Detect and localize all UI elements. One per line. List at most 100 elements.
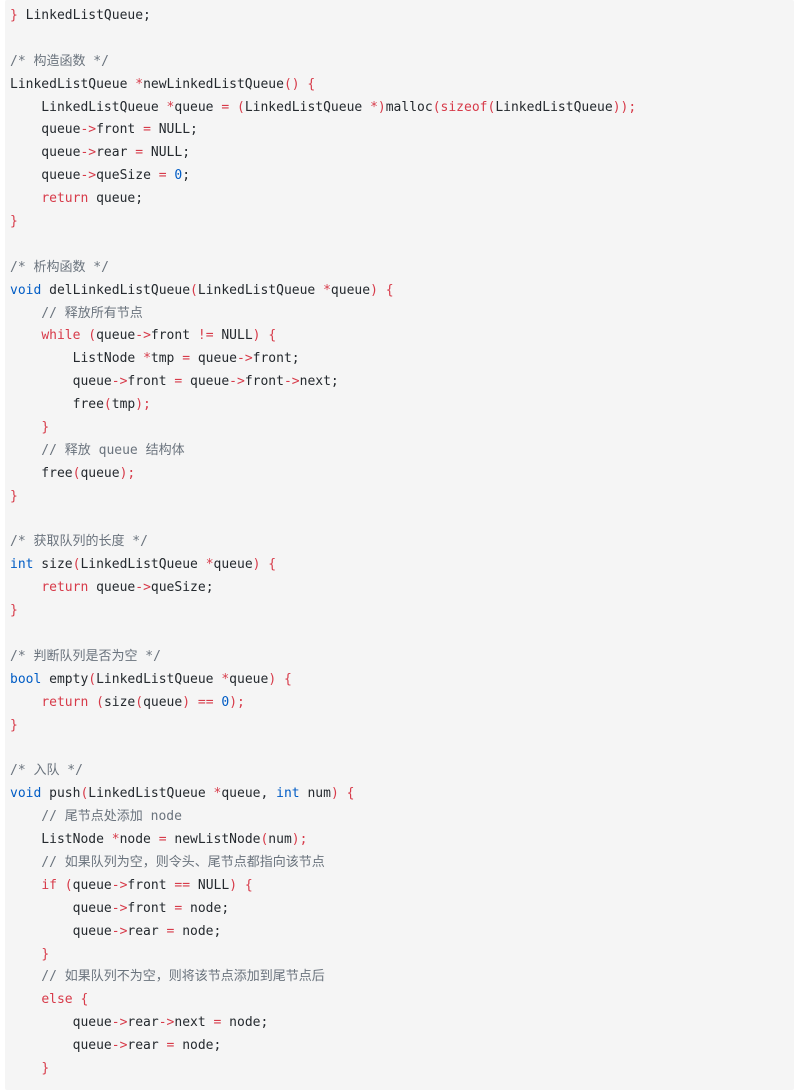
code-token: queue (10, 145, 81, 161)
code-token: * (135, 76, 144, 92)
code-line: queue->front = node; (10, 898, 794, 921)
code-token: ( (88, 328, 97, 344)
code-token: LinkedListQueue (80, 557, 206, 573)
code-token: bool (10, 671, 42, 687)
code-token: -> (80, 145, 97, 161)
code-token: return (41, 580, 89, 596)
code-token: * (221, 671, 230, 687)
code-line: queue->rear = node; (10, 921, 794, 944)
code-token: ); (135, 397, 151, 413)
code-token: empty (41, 671, 89, 687)
code-token: return (41, 694, 89, 710)
code-token: queSize (96, 168, 159, 184)
code-token: ) { (330, 786, 355, 802)
code-token: -> (80, 122, 97, 138)
code-token: } (10, 488, 18, 504)
code-token: tmp (111, 397, 136, 413)
code-token: queue (10, 900, 112, 916)
code-token: -> (111, 877, 128, 893)
code-line: } (10, 715, 794, 738)
code-comment: /* 析构函数 */ (10, 259, 109, 275)
code-line: // 尾节点处添加 node (10, 806, 794, 829)
code-line: if (queue->front == NULL) { (10, 875, 794, 898)
code-token: node; (182, 900, 230, 916)
code-line: queue->front = queue->front->next; (10, 371, 794, 394)
code-token: == (197, 694, 214, 710)
code-token: LinkedListQueue (244, 99, 371, 115)
code-comment: /* 构造函数 */ (10, 53, 109, 69)
code-token: next (174, 1015, 214, 1031)
code-token: -> (111, 1015, 128, 1031)
code-token: ListNode (10, 832, 112, 848)
code-token: front (150, 328, 198, 344)
code-token: -> (80, 168, 97, 184)
code-token: queue (88, 580, 136, 596)
code-line: } (10, 211, 794, 234)
code-token: -> (135, 328, 151, 344)
code-token: LinkedListQueue (10, 76, 136, 92)
code-token: -> (135, 580, 151, 596)
code-token: LinkedListQueue (197, 282, 324, 298)
code-line: free(queue); (10, 463, 794, 486)
code-token: -> (237, 351, 253, 367)
code-token: ; (182, 168, 191, 184)
code-line: else { (10, 989, 794, 1012)
code-token: void (10, 786, 42, 802)
code-token: free (10, 465, 73, 481)
code-line: /* 析构函数 */ (10, 257, 794, 280)
code-token: queue (330, 282, 371, 298)
code-line: } (10, 600, 794, 623)
code-token: next; (299, 374, 339, 390)
code-comment: // 尾节点处添加 node (10, 809, 182, 825)
code-token: node (119, 832, 159, 848)
code-token: ( (190, 282, 198, 298)
code-token: -> (229, 374, 245, 390)
code-token: ) (182, 694, 191, 710)
code-token: queue (10, 374, 112, 390)
code-token: { (80, 992, 89, 1008)
code-token: while (41, 328, 81, 344)
code-token: ( (64, 877, 73, 893)
code-token: size (33, 557, 73, 573)
code-token: front (96, 122, 144, 138)
code-line: void push(LinkedListQueue *queue, int nu… (10, 783, 794, 806)
code-block: } LinkedListQueue; /* 构造函数 */ LinkedListQu… (5, 0, 794, 1090)
code-token: ); (229, 694, 245, 710)
code-token: queue (80, 465, 120, 481)
code-token: )); (612, 99, 637, 115)
code-comment: // 释放 queue 结构体 (10, 442, 185, 458)
code-token: node; (174, 1038, 222, 1054)
code-line: queue->rear->next = node; (10, 1012, 794, 1035)
code-token: front; (252, 351, 300, 367)
code-token: * (143, 351, 151, 367)
code-token: ListNode (10, 351, 144, 367)
code-token: queue (190, 351, 237, 367)
code-token: NULL; (150, 122, 198, 138)
code-token: return (41, 191, 89, 207)
code-token: ) { (370, 282, 394, 298)
code-token: -> (111, 923, 128, 939)
code-token: LinkedListQueue (10, 99, 167, 115)
code-token: } (41, 946, 50, 962)
code-line: bool empty(LinkedListQueue *queue) { (10, 669, 794, 692)
code-token: } (10, 214, 18, 230)
code-token: int (276, 786, 300, 802)
code-token: = (135, 145, 144, 161)
code-token: } (41, 1060, 50, 1076)
code-token: ( (103, 397, 112, 413)
code-token: } (10, 8, 18, 23)
code-token: = (221, 99, 230, 115)
code-line: ListNode *tmp = queue->front; (10, 348, 794, 371)
code-token: queue (182, 374, 230, 390)
code-token: * (111, 832, 120, 848)
code-line: /* 获取队列的长度 */ (10, 531, 794, 554)
code-token: () { (283, 76, 316, 92)
code-token: queue (96, 328, 136, 344)
